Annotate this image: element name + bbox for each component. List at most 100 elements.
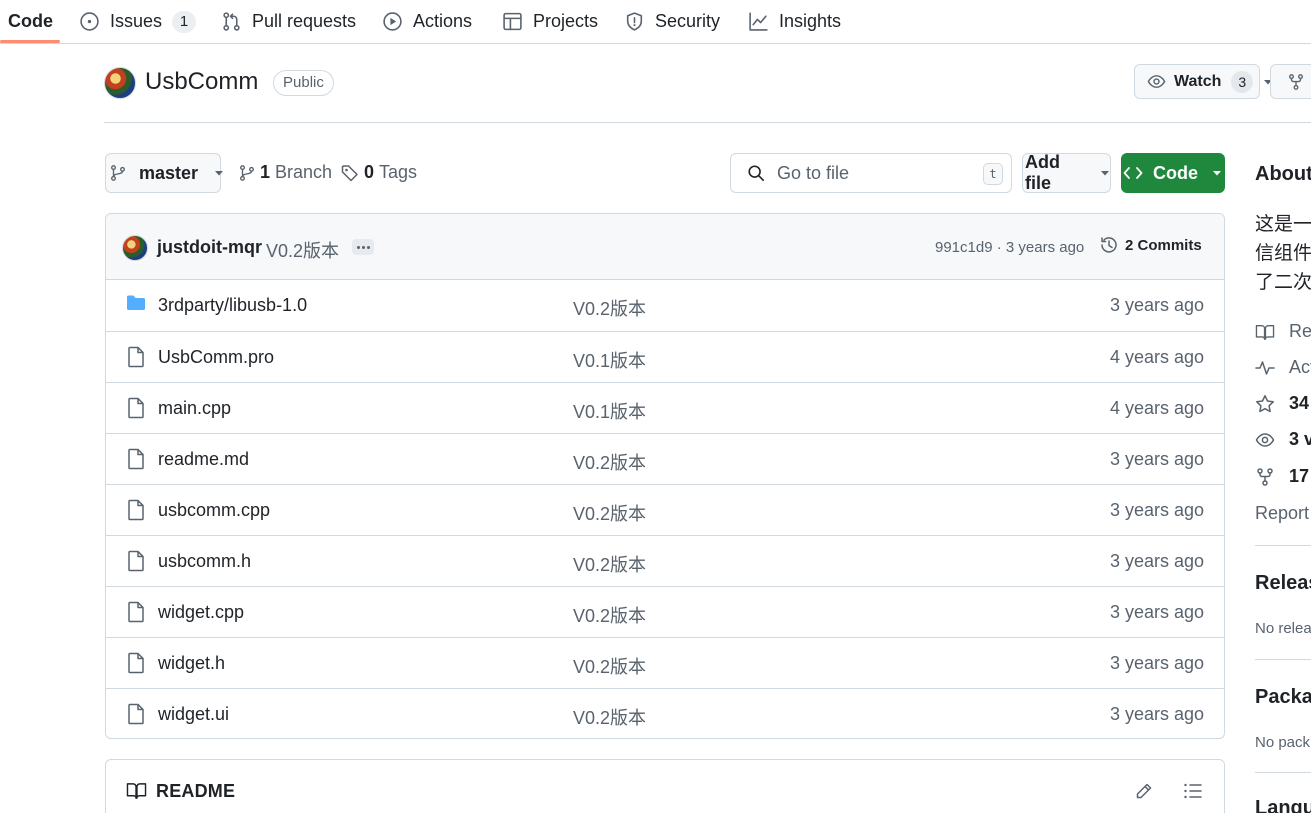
file-row[interactable]: usbcomm.cpp V0.2版本 3 years ago bbox=[106, 484, 1224, 535]
file-name[interactable]: widget.h bbox=[158, 653, 225, 674]
packages-heading[interactable]: Packag bbox=[1255, 686, 1311, 709]
code-button-label: Code bbox=[1153, 162, 1198, 183]
readme-link[interactable]: Rea bbox=[1255, 321, 1311, 342]
tab-insights[interactable]: Insights bbox=[748, 0, 841, 43]
tab-label: Pull requests bbox=[252, 11, 357, 31]
repo-name[interactable]: UsbComm bbox=[145, 68, 258, 96]
pencil-icon[interactable] bbox=[1134, 781, 1154, 801]
file-commit-message[interactable]: V0.2版本 bbox=[573, 602, 646, 628]
issues-counter: 1 bbox=[172, 10, 197, 33]
file-icon bbox=[126, 448, 146, 470]
tab-label: Insights bbox=[779, 11, 842, 31]
file-row[interactable]: widget.cpp V0.2版本 3 years ago bbox=[106, 586, 1224, 637]
tab-issues[interactable]: Issues 1 bbox=[79, 0, 197, 43]
commit-message[interactable]: V0.2版本 bbox=[266, 237, 339, 263]
releases-heading[interactable]: Releas bbox=[1255, 572, 1311, 595]
file-name[interactable]: widget.cpp bbox=[158, 602, 244, 623]
file-commit-message[interactable]: V0.2版本 bbox=[573, 295, 646, 321]
report-link[interactable]: Report bbox=[1255, 503, 1309, 524]
file-row[interactable]: UsbComm.pro V0.1版本 4 years ago bbox=[106, 331, 1224, 382]
file-commit-message[interactable]: V0.2版本 bbox=[573, 449, 646, 475]
file-row[interactable]: usbcomm.h V0.2版本 3 years ago bbox=[106, 535, 1224, 586]
file-icon bbox=[126, 346, 146, 368]
file-icon bbox=[126, 601, 146, 623]
sidebar-divider bbox=[1255, 545, 1311, 546]
file-table: justdoit-mqr V0.2版本 991c1d9 · 3 years ag… bbox=[105, 213, 1225, 739]
file-commit-message[interactable]: V0.2版本 bbox=[573, 704, 646, 730]
go-to-file-input[interactable] bbox=[777, 162, 967, 184]
eye-icon bbox=[1255, 430, 1289, 450]
branch-name: master bbox=[139, 162, 199, 183]
table-icon bbox=[502, 11, 523, 32]
branch-select-button[interactable]: master bbox=[105, 153, 224, 193]
description-line: 了二次 bbox=[1255, 272, 1311, 293]
file-name[interactable]: main.cpp bbox=[158, 398, 231, 419]
file-commit-age: 3 years ago bbox=[1109, 295, 1204, 315]
file-name[interactable]: readme.md bbox=[158, 449, 249, 470]
issue-opened-icon bbox=[79, 11, 100, 32]
history-icon bbox=[1099, 235, 1125, 255]
activity-link[interactable]: Act bbox=[1255, 357, 1311, 378]
file-row[interactable]: widget.h V0.2版本 3 years ago bbox=[106, 637, 1224, 688]
header-divider bbox=[104, 122, 1311, 123]
git-pull-request-icon bbox=[221, 11, 242, 32]
file-commit-message[interactable]: V0.2版本 bbox=[573, 500, 646, 526]
forks-count: 17 bbox=[1289, 466, 1310, 486]
file-row[interactable]: main.cpp V0.1版本 4 years ago bbox=[106, 382, 1224, 433]
play-icon bbox=[382, 11, 403, 32]
go-to-file-field[interactable]: t bbox=[730, 153, 1012, 193]
commit-sha-age[interactable]: 991c1d9 · 3 years ago bbox=[935, 239, 1084, 256]
sidebar-divider bbox=[1255, 772, 1311, 773]
commit-author[interactable]: justdoit-mqr bbox=[157, 237, 262, 258]
tab-label: Security bbox=[655, 11, 721, 31]
watch-button[interactable]: Watch 3 bbox=[1134, 64, 1273, 99]
tags-link[interactable]: 0 Tags bbox=[340, 162, 417, 183]
file-commit-message[interactable]: V0.1版本 bbox=[573, 347, 646, 373]
code-icon bbox=[1123, 164, 1143, 182]
tab-projects[interactable]: Projects bbox=[502, 0, 598, 43]
file-name[interactable]: UsbComm.pro bbox=[158, 347, 274, 368]
commits-link[interactable]: 2 Commits bbox=[1099, 235, 1202, 255]
readme-link-label: Rea bbox=[1289, 321, 1311, 341]
keyboard-shortcut-hint: t bbox=[983, 163, 1003, 185]
watch-label: Watch bbox=[1174, 72, 1222, 90]
watchers-link[interactable]: 3 v bbox=[1255, 429, 1311, 450]
tab-security[interactable]: Security bbox=[624, 0, 720, 43]
commit-details-toggle[interactable] bbox=[352, 239, 374, 255]
file-name[interactable]: 3rdparty/libusb-1.0 bbox=[158, 295, 307, 316]
tab-actions[interactable]: Actions bbox=[382, 0, 472, 43]
file-row[interactable]: 3rdparty/libusb-1.0 V0.2版本 3 years ago bbox=[106, 280, 1224, 331]
git-branch-icon bbox=[109, 163, 127, 183]
forks-link[interactable]: 17 bbox=[1255, 466, 1309, 487]
tab-label: Issues bbox=[110, 11, 163, 31]
caret-down-icon bbox=[214, 168, 224, 178]
caret-down-icon bbox=[1100, 168, 1110, 178]
file-row[interactable]: widget.ui V0.2版本 3 years ago bbox=[106, 688, 1224, 738]
file-icon bbox=[126, 397, 146, 419]
eye-icon bbox=[1147, 72, 1166, 91]
file-commit-message[interactable]: V0.2版本 bbox=[573, 551, 646, 577]
description-line: 信组件 bbox=[1255, 243, 1311, 264]
commits-count: 2 Commits bbox=[1125, 236, 1202, 254]
branches-link[interactable]: 1 Branch bbox=[238, 162, 332, 183]
file-icon bbox=[126, 499, 146, 521]
file-row[interactable]: readme.md V0.2版本 3 years ago bbox=[106, 433, 1224, 484]
tab-label: Code bbox=[8, 11, 53, 31]
file-commit-age: 3 years ago bbox=[1109, 500, 1204, 520]
stars-link[interactable]: 34 bbox=[1255, 393, 1309, 414]
list-unordered-icon[interactable] bbox=[1183, 781, 1203, 801]
code-button[interactable]: Code bbox=[1121, 153, 1225, 193]
add-file-button[interactable]: Add file bbox=[1022, 152, 1111, 193]
tab-pull-requests[interactable]: Pull requests bbox=[221, 0, 356, 43]
latest-commit-bar: justdoit-mqr V0.2版本 991c1d9 · 3 years ag… bbox=[106, 214, 1224, 280]
owner-avatar[interactable] bbox=[104, 67, 136, 99]
file-commit-message[interactable]: V0.1版本 bbox=[573, 398, 646, 424]
visibility-badge: Public bbox=[273, 70, 334, 96]
fork-button[interactable] bbox=[1270, 64, 1311, 99]
author-avatar[interactable] bbox=[122, 235, 148, 261]
file-name[interactable]: usbcomm.h bbox=[158, 551, 251, 572]
file-name[interactable]: usbcomm.cpp bbox=[158, 500, 270, 521]
file-commit-message[interactable]: V0.2版本 bbox=[573, 653, 646, 679]
file-name[interactable]: widget.ui bbox=[158, 704, 229, 725]
tab-code[interactable]: Code bbox=[8, 0, 53, 43]
